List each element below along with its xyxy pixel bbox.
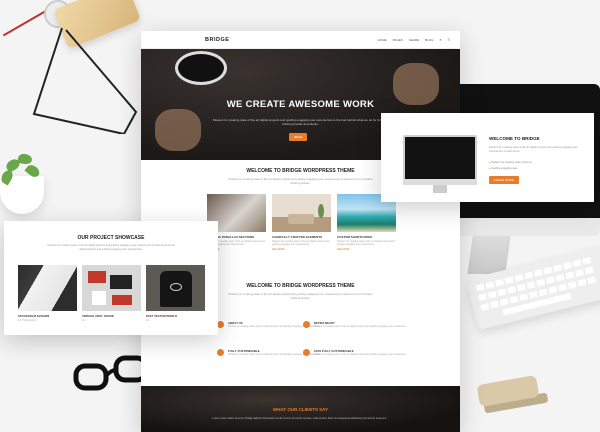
- settings-icon: [217, 349, 224, 356]
- menu-item-pages[interactable]: PAGES: [393, 38, 403, 42]
- hero-subtitle: Passion for creating state of the art di…: [212, 118, 389, 127]
- imac-stand: [433, 185, 447, 193]
- edit-icon: [303, 349, 310, 356]
- hero-button[interactable]: READ: [289, 133, 308, 141]
- retina-icon: [303, 321, 310, 328]
- project-item[interactable]: STOCKHOLM FASHION Art, Photography: [18, 265, 77, 322]
- site-menu: HOME PAGES SHARE BLOG ⌕ ≡: [378, 37, 450, 42]
- project-image[interactable]: [146, 265, 205, 311]
- card-more-link[interactable]: SEE MORE: [272, 248, 331, 251]
- card-title: CUSTOM SHORTCODES: [337, 235, 372, 239]
- project-item[interactable]: VINTAGE VINYL HOUSE Art: [82, 265, 141, 322]
- search-icon[interactable]: ⌕: [439, 37, 441, 42]
- feature-item: 100% FULLY CUSTOMIZABLE Passion for creat…: [303, 349, 413, 357]
- project-showcase-card: OUR PROJECT SHOWCASE Passion for creatin…: [4, 221, 218, 335]
- glasses-icon: [73, 354, 152, 391]
- project-title[interactable]: VINTAGE VINYL HOUSE: [82, 314, 141, 318]
- project-category: Art: [146, 319, 150, 322]
- testimonials-section: WHAT OUR CLIENTS SAY Lorem ipsum dolor s…: [141, 386, 460, 432]
- imac-stand: [467, 236, 511, 274]
- project-title[interactable]: STOCKHOLM FASHION: [18, 314, 77, 318]
- feature-title: 100% FULLY CUSTOMIZABLE: [314, 349, 354, 353]
- card-text: Passion for creating state of the art di…: [272, 240, 330, 247]
- testimonials-title: WHAT OUR CLIENTS SAY: [272, 407, 328, 412]
- project-item[interactable]: PAST VECTOR WORLD Art: [146, 265, 205, 322]
- site-logo[interactable]: BRIDGE: [205, 37, 229, 43]
- feature-item: RETINA READY Passion for creating state o…: [303, 321, 413, 329]
- hand-image: [155, 109, 201, 151]
- info-icon: [217, 321, 224, 328]
- project-image[interactable]: [82, 265, 141, 311]
- lamp-stand: [32, 27, 138, 134]
- project-image[interactable]: [18, 265, 77, 311]
- card-title: OUR PROJECT SHOWCASE: [77, 235, 145, 241]
- menu-item-blog[interactable]: BLOG: [425, 38, 433, 42]
- imac-image: [403, 135, 477, 181]
- section-text: Passion for creating state of the art di…: [228, 177, 373, 185]
- feature-card: CAREFULLY CRAFTED ELEMENTS Passion for c…: [272, 194, 331, 251]
- hero-title: WE CREATE AWESOME WORK: [226, 99, 375, 110]
- coffee-cup: [175, 51, 227, 85]
- card-text: Passion for creating state of the art di…: [47, 244, 175, 251]
- list-item: ● Passion for creating state of the art: [489, 161, 532, 164]
- feature-text: Passion for creating state of the art di…: [314, 354, 407, 356]
- card-text: Passion for creating state of the art di…: [337, 240, 395, 247]
- learn-more-button[interactable]: LEARN MORE: [489, 176, 519, 184]
- project-category: Art, Photography: [18, 319, 36, 322]
- site-nav: BRIDGE HOME PAGES SHARE BLOG ⌕ ≡: [141, 31, 460, 49]
- project-title[interactable]: PAST VECTOR WORLD: [146, 314, 205, 318]
- menu-item-home[interactable]: HOME: [378, 38, 387, 42]
- card-title: WELCOME TO BRIDGE: [489, 136, 540, 141]
- list-item: ● Guiding engaging user: [489, 167, 518, 170]
- card-more-link[interactable]: SEE MORE: [337, 248, 396, 251]
- welcome-card: WELCOME TO BRIDGE Passion for creating s…: [381, 113, 594, 202]
- section-text: Passion for creating state of the art di…: [228, 292, 373, 300]
- testimonial-quote: Lorem ipsum dolor sit amet, Bridge delll…: [212, 417, 389, 420]
- project-category: Art: [82, 319, 86, 322]
- card-image: [272, 194, 331, 232]
- card-text: Passion for creating state of the art di…: [489, 146, 578, 153]
- feature-title: RETINA READY: [314, 321, 335, 325]
- feature-cards: AMAZING PARALLAX SECTIONS Passion for cr…: [207, 194, 396, 251]
- menu-item-share[interactable]: SHARE: [409, 38, 419, 42]
- menu-icon[interactable]: ≡: [448, 37, 450, 42]
- feature-text: Passion for creating state of the art di…: [314, 326, 407, 328]
- card-title: CAREFULLY CRAFTED ELEMENTS: [272, 235, 323, 239]
- feature-card: CUSTOM SHORTCODES Passion for creating s…: [337, 194, 396, 251]
